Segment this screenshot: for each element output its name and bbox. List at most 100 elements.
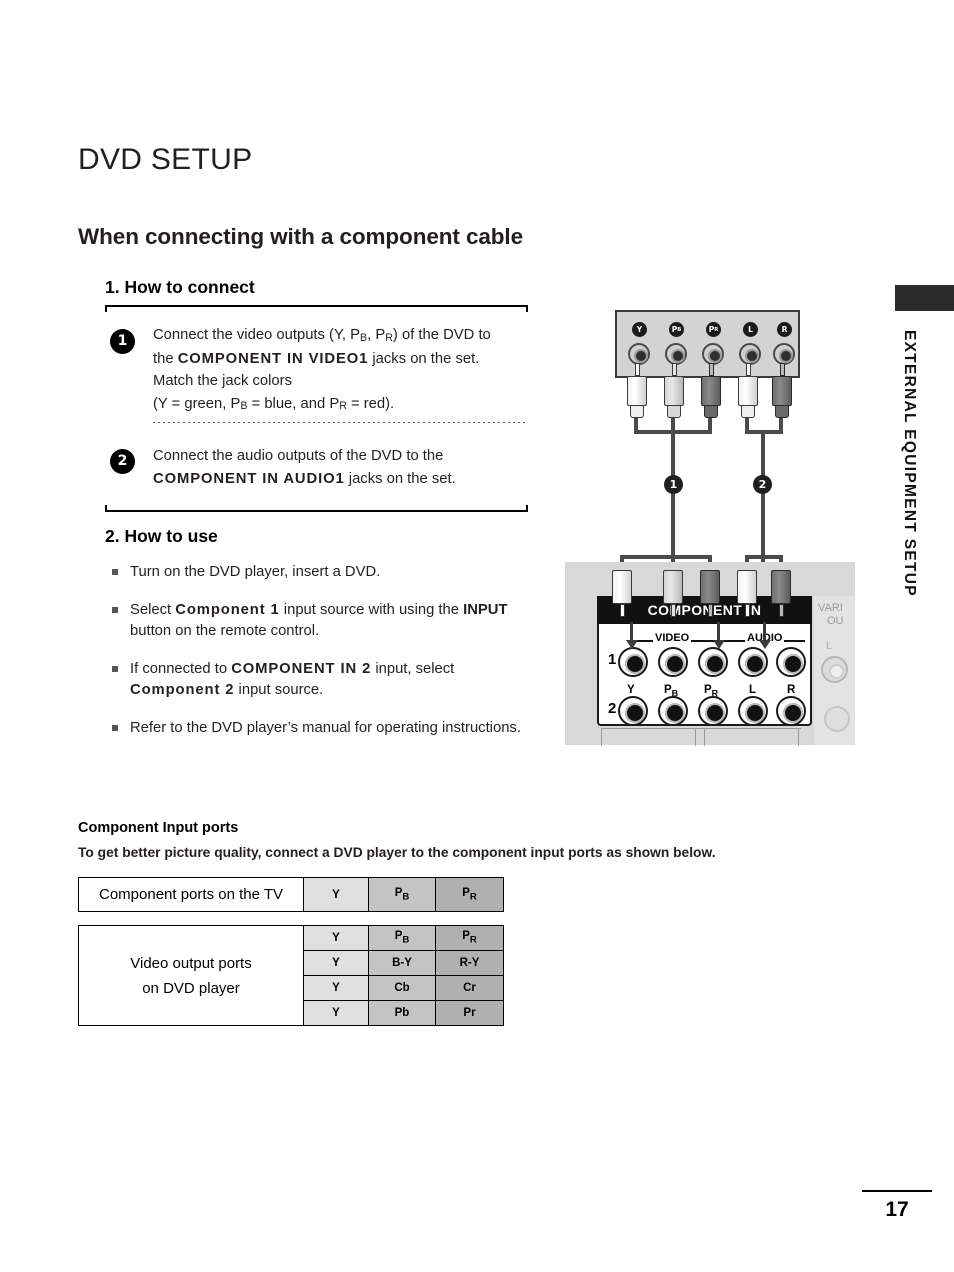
bullet-2-text-b: input source with using the bbox=[279, 602, 464, 618]
dvd-jack-label-y: Y bbox=[632, 322, 647, 337]
tv-socket-1-y[interactable] bbox=[618, 647, 648, 677]
arrow-stem-y bbox=[630, 622, 634, 642]
dvd-ports-label-line2: on DVD player bbox=[142, 979, 240, 997]
tv-label-y: Y bbox=[627, 684, 635, 696]
dvd-jack-label-pr: PR bbox=[706, 322, 721, 337]
step-1-line2-a: the bbox=[153, 350, 178, 367]
dvd-ports-table: Video output ports on DVD player Y PB PR… bbox=[78, 925, 504, 1026]
page-subtitle: When connecting with a component cable bbox=[78, 224, 523, 249]
dvd-plug-l bbox=[738, 363, 758, 418]
tv-plug-pb bbox=[663, 570, 683, 617]
bullet-3-text-a: If connected to bbox=[130, 661, 232, 677]
step-1-line4-sub-r: R bbox=[339, 400, 347, 413]
bullet-3-component-2: Component 2 bbox=[130, 682, 235, 698]
list-item: If connected to COMPONENT IN 2 input, se… bbox=[108, 659, 538, 701]
tv-ports-pr-sub: R bbox=[469, 891, 477, 903]
step-2-line-2: COMPONENT IN AUDIO1 jacks on the set. bbox=[153, 468, 528, 491]
list-item: Select Component 1 input source with usi… bbox=[108, 600, 538, 642]
dvd-row1-pb-sub: B bbox=[402, 934, 410, 946]
dvd-plug-y bbox=[627, 363, 647, 418]
step-1-sub-r: R bbox=[385, 331, 393, 344]
dvd-row1-pb: PB bbox=[368, 925, 436, 951]
dvd-jack-label-r: R bbox=[777, 322, 792, 337]
dvd-ports-label: Video output ports on DVD player bbox=[78, 925, 304, 1026]
tv-ports-label: Component ports on the TV bbox=[78, 877, 304, 912]
step-2-line-1: Connect the audio outputs of the DVD to … bbox=[153, 448, 444, 464]
step-2-line2-b: jacks on the set. bbox=[344, 470, 456, 487]
step-1: 1 Connect the video outputs (Y, PB, PR) … bbox=[105, 307, 528, 431]
tv-socket-2-pb[interactable] bbox=[658, 696, 688, 726]
page-title: DVD SETUP bbox=[78, 143, 253, 176]
dvd-socket-r bbox=[773, 343, 795, 365]
tv-socket-1-r[interactable] bbox=[776, 647, 806, 677]
dvd-plug-pb bbox=[664, 363, 684, 418]
tv-socket-1-pb[interactable] bbox=[658, 647, 688, 677]
tv-socket-2-l[interactable] bbox=[738, 696, 768, 726]
wire-audio-lower-bus bbox=[745, 555, 783, 559]
arrow-stem-l bbox=[763, 622, 767, 642]
tv-socket-1-l[interactable] bbox=[738, 647, 768, 677]
bullet-3-text-c: input source. bbox=[234, 682, 324, 698]
variable-out-l-label: L bbox=[826, 640, 833, 652]
video-group-label: VIDEO bbox=[653, 632, 692, 644]
bullet-1-text: Turn on the DVD player, insert a DVD. bbox=[130, 564, 381, 580]
footer-rule bbox=[862, 1190, 932, 1192]
tv-plug-l bbox=[737, 570, 757, 617]
tv-row-1-number: 1 bbox=[608, 651, 617, 668]
table-row: Video output ports on DVD player Y PB PR bbox=[78, 925, 504, 1026]
tv-ports-y: Y bbox=[303, 877, 369, 912]
list-item: Refer to the DVD player’s manual for ope… bbox=[108, 718, 538, 739]
tv-plug-y bbox=[612, 570, 632, 617]
dvd-socket-pb bbox=[665, 343, 687, 365]
component-input-ports-heading: Component Input ports bbox=[78, 820, 239, 836]
heading-how-to-connect: 1. How to connect bbox=[105, 277, 255, 297]
bullet-2-input-button: INPUT bbox=[463, 602, 508, 618]
dvd-row1-pr: PR bbox=[435, 925, 504, 951]
dvd-row3-y: Y bbox=[303, 975, 369, 1001]
tv-ports-pr-main: P bbox=[462, 886, 470, 899]
dvd-row4-pb: Pb bbox=[368, 1000, 436, 1026]
step-1-line-3: Match the jack colors bbox=[153, 373, 292, 389]
step-1-line4-a: (Y = green, P bbox=[153, 395, 241, 412]
dvd-ports-label-line1: Video output ports bbox=[130, 954, 252, 972]
step-1-line4-sub-b: B bbox=[240, 400, 248, 413]
step-1-line-4: (Y = green, PB = blue, and PR = red). bbox=[153, 393, 528, 417]
dvd-row3-pb: Cb bbox=[368, 975, 436, 1001]
arrow-y bbox=[626, 640, 638, 649]
step-1-badge: 1 bbox=[110, 329, 135, 354]
component-input-ports-subheading: To get better picture quality, connect a… bbox=[78, 845, 716, 860]
heading-how-to-use: 2. How to use bbox=[105, 526, 218, 546]
tv-plug-r bbox=[771, 570, 791, 617]
step-1-sub-b: B bbox=[360, 331, 368, 344]
arrow-pr bbox=[713, 640, 725, 649]
cable-badge-2: 2 bbox=[753, 475, 772, 494]
step-1-line2-b: jacks on the set. bbox=[368, 350, 480, 367]
dvd-row2-y: Y bbox=[303, 950, 369, 976]
how-to-connect-box: 1 Connect the video outputs (Y, PB, PR) … bbox=[105, 305, 528, 512]
dvd-row4-pr: Pr bbox=[435, 1000, 504, 1026]
section-side-label: EXTERNAL EQUIPMENT SETUP bbox=[901, 330, 918, 597]
tv-label-r: R bbox=[787, 684, 796, 696]
tv-socket-2-pr[interactable] bbox=[698, 696, 728, 726]
step-1-component-video1: COMPONENT IN VIDEO1 bbox=[177, 350, 369, 367]
dvd-row2-pb: B-Y bbox=[368, 950, 436, 976]
page-number: 17 bbox=[885, 1198, 909, 1221]
arrow-stem-pr bbox=[717, 622, 721, 642]
bullet-2-text-c: button on the remote control. bbox=[130, 623, 320, 639]
variable-out-line2: OU bbox=[827, 615, 844, 627]
connection-diagram: Y PB PR L R 1 2 VARI OU L COMPONENT IN V… bbox=[565, 300, 855, 746]
dvd-jack-label-pb: PB bbox=[669, 322, 684, 337]
tv-socket-2-r[interactable] bbox=[776, 696, 806, 726]
step-1-line4-b: = blue, and P bbox=[247, 395, 340, 412]
arrow-l bbox=[759, 640, 771, 649]
dvd-row2-pr: R-Y bbox=[435, 950, 504, 976]
step-2-component-audio1: COMPONENT IN AUDIO1 bbox=[153, 470, 345, 487]
tv-label-l: L bbox=[749, 684, 757, 696]
dvd-plug-pr bbox=[701, 363, 721, 418]
dvd-row1-pr-sub: R bbox=[469, 934, 477, 946]
tv-socket-2-y[interactable] bbox=[618, 696, 648, 726]
bullet-3-component-in-2: COMPONENT IN 2 bbox=[231, 661, 372, 677]
tv-lower-edge bbox=[601, 728, 801, 746]
dvd-socket-y bbox=[628, 343, 650, 365]
tv-socket-1-pr[interactable] bbox=[698, 647, 728, 677]
